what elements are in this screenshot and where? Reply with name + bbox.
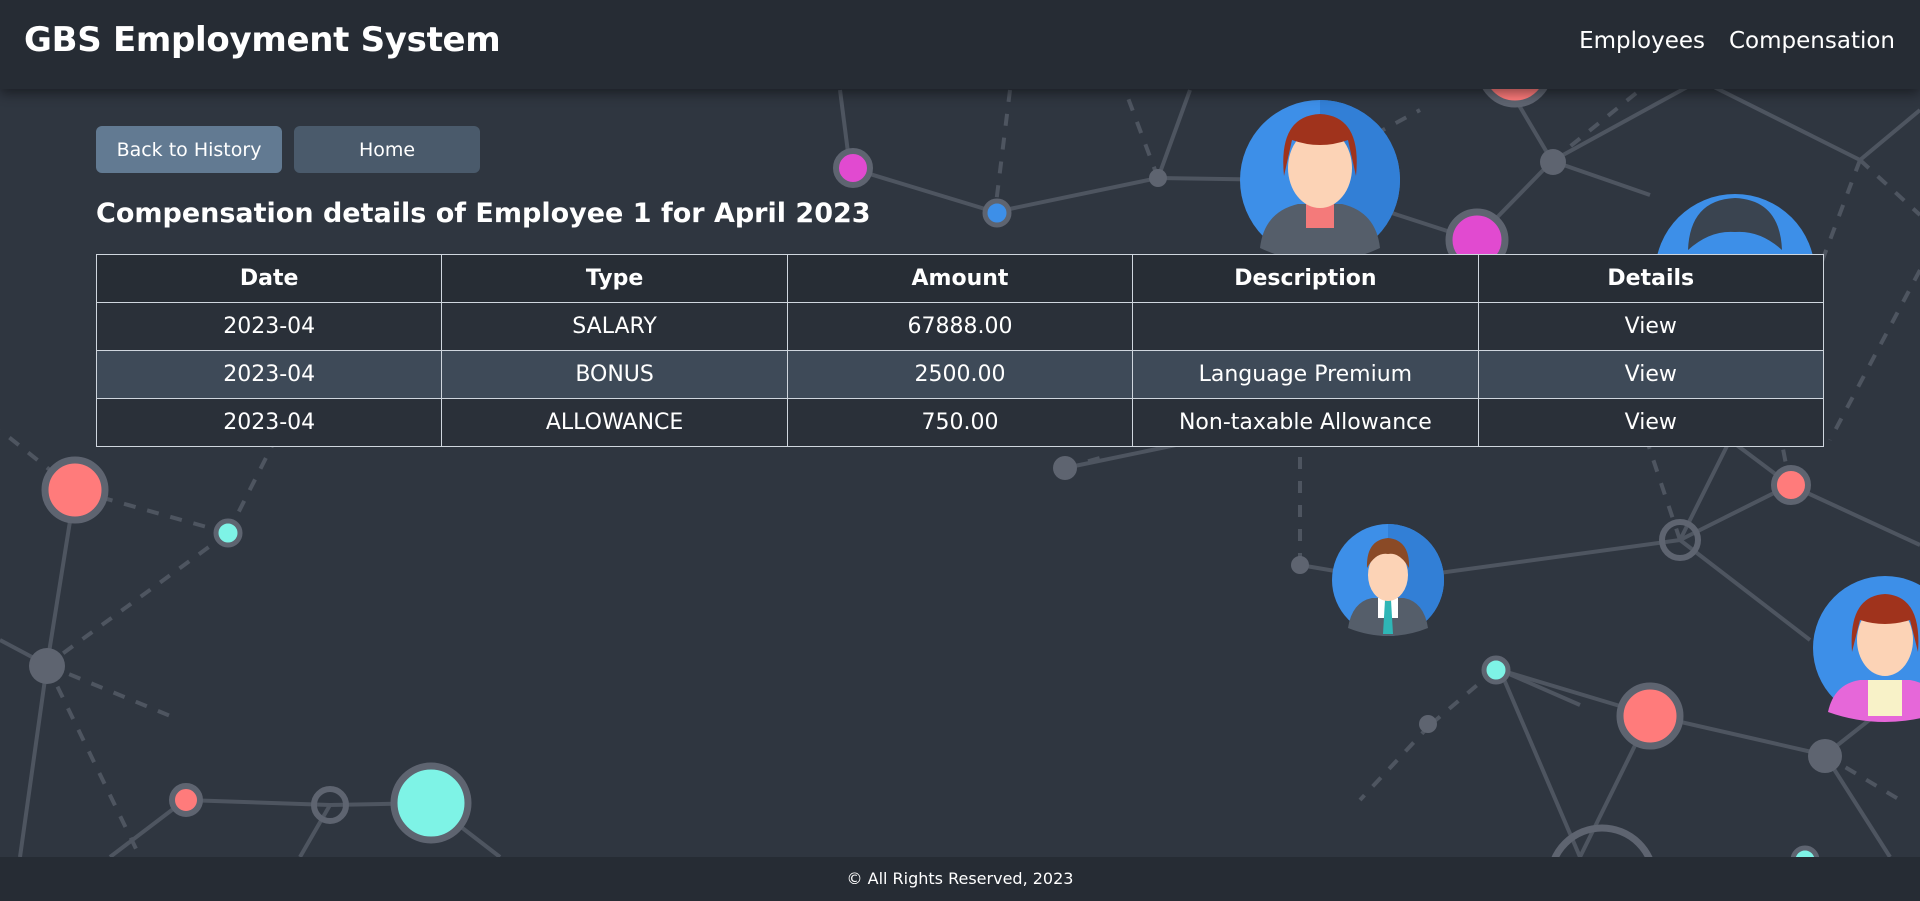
table-row: 2023-04 BONUS 2500.00 Language Premium V… — [95, 350, 1825, 399]
avatar — [1332, 524, 1444, 636]
column-header-date: Date — [95, 254, 443, 303]
column-header-amount: Amount — [786, 254, 1134, 303]
cell-description: Non-taxable Allowance — [1132, 398, 1479, 447]
cell-amount: 67888.00 — [786, 302, 1134, 351]
cell-details: View — [1477, 302, 1825, 351]
cell-amount: 2500.00 — [786, 350, 1134, 399]
table-row: 2023-04 SALARY 67888.00 View — [95, 302, 1825, 351]
cell-description — [1132, 302, 1479, 351]
cell-details: View — [1477, 398, 1825, 447]
page-title: Compensation details of Employee 1 for A… — [96, 198, 871, 229]
nav-link-employees[interactable]: Employees — [1579, 28, 1705, 54]
cell-type: ALLOWANCE — [441, 398, 788, 447]
main-nav: Employees Compensation — [1579, 28, 1895, 54]
view-link[interactable]: View — [1625, 314, 1677, 339]
column-header-type: Type — [441, 254, 788, 303]
top-navbar: GBS Employment System Employees Compensa… — [0, 0, 1920, 89]
main-content: Back to History Home Compensation detail… — [95, 126, 1825, 447]
home-button[interactable]: Home — [294, 126, 480, 173]
avatar — [1813, 576, 1920, 722]
column-header-description: Description — [1132, 254, 1479, 303]
table-header-row: Date Type Amount Description Details — [95, 254, 1825, 303]
view-link[interactable]: View — [1625, 362, 1677, 387]
copyright-text: © All Rights Reserved, 2023 — [846, 869, 1074, 888]
compensation-table: Date Type Amount Description Details 202… — [95, 254, 1825, 447]
cell-date: 2023-04 — [95, 398, 443, 447]
cell-type: SALARY — [441, 302, 788, 351]
nav-link-compensation[interactable]: Compensation — [1729, 28, 1895, 54]
cell-description: Language Premium — [1132, 350, 1479, 399]
cell-amount: 750.00 — [786, 398, 1134, 447]
view-link[interactable]: View — [1625, 410, 1677, 435]
app-title[interactable]: GBS Employment System — [24, 20, 501, 60]
cell-type: BONUS — [441, 350, 788, 399]
footer: © All Rights Reserved, 2023 — [0, 857, 1920, 901]
column-header-details: Details — [1477, 254, 1825, 303]
cell-date: 2023-04 — [95, 350, 443, 399]
cell-details: View — [1477, 350, 1825, 399]
action-buttons: Back to History Home — [96, 126, 1824, 173]
table-row: 2023-04 ALLOWANCE 750.00 Non-taxable All… — [95, 398, 1825, 447]
cell-date: 2023-04 — [95, 302, 443, 351]
back-to-history-button[interactable]: Back to History — [96, 126, 282, 173]
